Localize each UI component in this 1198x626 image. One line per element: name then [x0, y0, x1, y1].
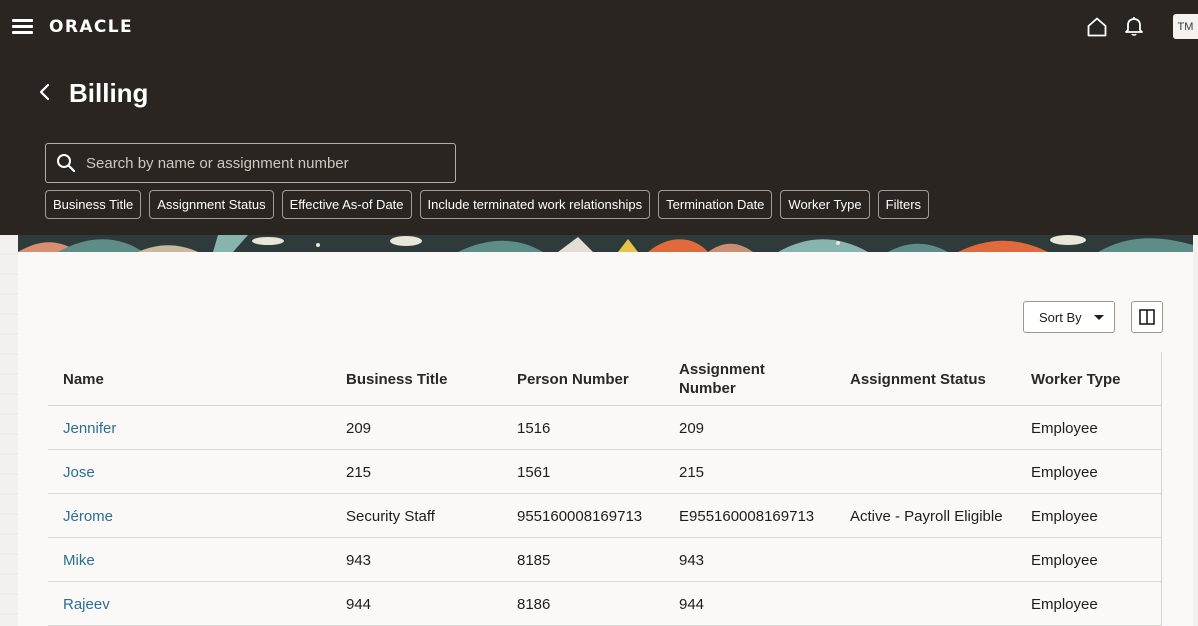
chip-assignment-status[interactable]: Assignment Status [149, 190, 274, 219]
cell-worker-type: Employee [1031, 595, 1098, 613]
cell-assignment-number: 944 [679, 595, 705, 613]
user-avatar[interactable]: TM [1173, 14, 1198, 39]
top-bar: ORACLE TM [0, 0, 1198, 54]
cell-assignment-number: 215 [679, 463, 705, 481]
chip-business-title[interactable]: Business Title [45, 190, 142, 219]
filter-chip-bar: Business Title Assignment Status Effecti… [45, 190, 930, 219]
page-background-edge [1193, 235, 1198, 626]
table-scroll-edge [1161, 352, 1162, 626]
cell-person-number: 1516 [517, 419, 551, 437]
column-header-name[interactable]: Name [63, 352, 104, 406]
cell-assignment-number: 209 [679, 419, 705, 437]
cell-person-number: 1561 [517, 463, 551, 481]
back-icon[interactable] [36, 82, 54, 102]
column-header-assignment-number[interactable]: Assignment Number [679, 352, 789, 406]
column-header-business-title[interactable]: Business Title [346, 352, 447, 406]
menu-icon[interactable] [12, 18, 33, 35]
cell-worker-type: Employee [1031, 419, 1098, 437]
oracle-logo[interactable]: ORACLE [49, 17, 133, 37]
search-input[interactable] [86, 154, 446, 172]
cell-business-title: Security Staff [346, 507, 435, 525]
chip-termination-date[interactable]: Termination Date [658, 190, 773, 219]
cell-assignment-status: Active - Payroll Eligible [850, 507, 1003, 525]
cell-business-title: 215 [346, 463, 372, 481]
chip-worker-type[interactable]: Worker Type [780, 190, 870, 219]
person-name-link[interactable]: Rajeev [63, 582, 110, 626]
cell-person-number: 8186 [517, 595, 551, 613]
cell-assignment-number: 943 [679, 551, 705, 569]
page-background-texture [0, 235, 18, 626]
person-name-link[interactable]: Mike [63, 538, 95, 582]
cell-worker-type: Employee [1031, 507, 1098, 525]
caret-down-icon [1094, 315, 1104, 320]
column-header-person-number[interactable]: Person Number [517, 352, 629, 406]
column-header-assignment-status[interactable]: Assignment Status [850, 352, 986, 406]
table-row[interactable]: Jennifer 209 1516 209 Employee [48, 406, 1162, 450]
page-title: Billing [69, 78, 149, 108]
sort-by-button[interactable]: Sort By [1023, 301, 1115, 333]
results-panel: Sort By Name Business Title Person Numbe… [18, 252, 1193, 626]
table-row[interactable]: Jérome Security Staff 955160008169713 E9… [48, 494, 1162, 538]
table-row[interactable]: Mike 943 8185 943 Employee [48, 538, 1162, 582]
chip-include-terminated[interactable]: Include terminated work relationships [419, 190, 651, 219]
table-header: Name Business Title Person Number Assign… [48, 352, 1162, 406]
results-table: Name Business Title Person Number Assign… [48, 352, 1162, 626]
home-icon[interactable] [1086, 16, 1108, 38]
decorative-banner [18, 235, 1193, 252]
bell-icon[interactable] [1123, 15, 1145, 37]
cell-worker-type: Employee [1031, 551, 1098, 569]
columns-icon [1139, 309, 1155, 325]
columns-toggle-button[interactable] [1131, 301, 1163, 333]
table-row[interactable]: Jose 215 1561 215 Employee [48, 450, 1162, 494]
search-field[interactable] [45, 143, 456, 183]
table-row[interactable]: Rajeev 944 8186 944 Employee [48, 582, 1162, 626]
sort-by-label: Sort By [1039, 309, 1082, 325]
chip-filters[interactable]: Filters [877, 190, 930, 219]
cell-person-number: 8185 [517, 551, 551, 569]
person-name-link[interactable]: Jérome [63, 494, 113, 538]
cell-business-title: 209 [346, 419, 372, 437]
cell-assignment-number: E955160008169713 [679, 507, 815, 525]
cell-worker-type: Employee [1031, 463, 1098, 481]
person-name-link[interactable]: Jose [63, 450, 95, 494]
cell-business-title: 944 [346, 595, 372, 613]
person-name-link[interactable]: Jennifer [63, 406, 116, 450]
column-header-worker-type[interactable]: Worker Type [1031, 352, 1120, 406]
cell-person-number: 955160008169713 [517, 507, 643, 525]
cell-business-title: 943 [346, 551, 372, 569]
chip-effective-as-of-date[interactable]: Effective As-of Date [281, 190, 412, 219]
search-icon [57, 154, 76, 173]
